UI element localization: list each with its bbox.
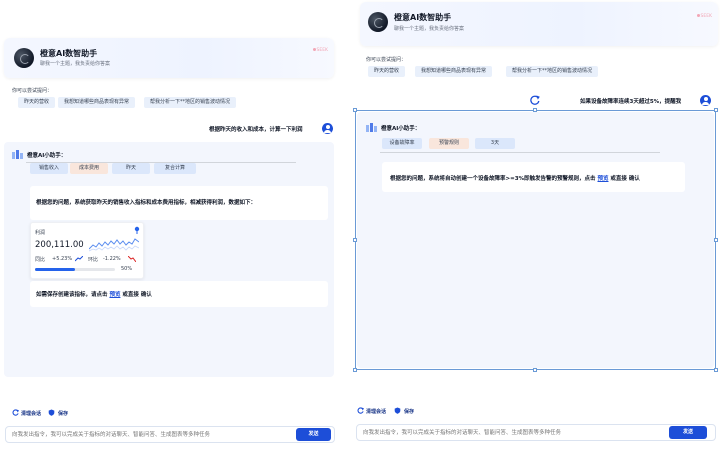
resize-handle[interactable] <box>353 108 357 112</box>
progress-text: 50% <box>121 266 133 272</box>
tag-chip[interactable]: 复合计算 <box>154 163 196 174</box>
user-message: 如果设备故障率连续3天超过5%，提醒我 <box>580 99 682 105</box>
clear-session-button[interactable]: 清理会话 <box>21 410 41 417</box>
suggestion-chip[interactable]: 帮我分析一下**地区的销售波动情况 <box>506 66 599 77</box>
assistant-title: 橙意AI数智助手 <box>394 13 452 22</box>
user-message: 根据昨天的收入和成本，计算一下利润 <box>209 127 303 133</box>
save-button[interactable]: 保存 <box>404 408 414 415</box>
shield-icon <box>394 407 401 414</box>
metric-value: 200,111.00 <box>35 240 84 250</box>
assistant-subtitle: 聊我一个主题，我负责给你答案 <box>394 26 465 32</box>
metric-card[interactable]: 利润 200,111.00 同比 +5.23% 环比 -1.22% 50% <box>30 222 144 279</box>
save-button[interactable]: 保存 <box>58 410 68 417</box>
refresh-icon <box>357 407 364 414</box>
shield-icon <box>48 409 55 416</box>
hint-label: 你可以尝试提问： <box>366 57 407 63</box>
yoy-label: 同比 <box>35 257 46 263</box>
resize-handle[interactable] <box>714 108 718 112</box>
resize-handle[interactable] <box>533 108 537 112</box>
resize-handle[interactable] <box>714 368 718 372</box>
assistant-subtitle: 聊我一个主题，我负责给你答案 <box>40 61 111 67</box>
left-chat-panel: 橙意AI数智助手 聊我一个主题，我负责给你答案 SEEK 你可以尝试提问： 昨天… <box>0 0 345 457</box>
assistant-reply-card: 根据您的问题，系统获取昨天的销售收入指标和成本费用指标，相减获得利润，数据如下： <box>30 186 328 220</box>
suggestion-chip[interactable]: 昨天的营收 <box>18 97 56 108</box>
resize-handle[interactable] <box>714 238 718 242</box>
followup-text: 如需保存创建该指标，请点击 预览 或直接 确认 <box>36 292 152 298</box>
assistant-name: 橙意AI小助手： <box>27 153 67 159</box>
chat-input[interactable] <box>363 428 643 438</box>
assistant-bot-icon <box>12 150 23 159</box>
mom-value: -1.22% <box>103 256 121 262</box>
assistant-header: 橙意AI数智助手 聊我一个主题，我负责给你答案 SEEK <box>4 38 334 78</box>
user-avatar-icon <box>700 95 711 106</box>
resize-handle[interactable] <box>353 238 357 242</box>
assistant-title: 橙意AI数智助手 <box>40 49 98 58</box>
tag-chip[interactable]: 昨天 <box>112 163 150 174</box>
suggestion-chip[interactable]: 帮我分析一下**地区的销售波动情况 <box>144 97 237 108</box>
assistant-response-area: 橙意AI小助手： 销售收入 成本费用 昨天 复合计算 根据您的问题，系统获取昨天… <box>4 142 334 377</box>
followup-card: 如需保存创建该指标，请点击 预览 或直接 确认 <box>30 281 328 307</box>
mom-label: 环比 <box>88 257 99 263</box>
corner-tag: SEEK <box>696 14 712 19</box>
send-button[interactable]: 发送 <box>669 426 707 439</box>
chat-input[interactable] <box>12 430 292 440</box>
progress-fill <box>35 268 75 271</box>
selection-frame[interactable] <box>353 108 718 372</box>
assistant-logo <box>368 12 388 32</box>
hint-label: 你可以尝试提问： <box>12 88 53 94</box>
right-chat-panel: 橙意AI数智助手 聊我一个主题，我负责给你答案 SEEK 你可以尝试提问： 昨天… <box>350 0 720 457</box>
tag-chip[interactable]: 销售收入 <box>30 163 68 174</box>
trend-down-icon <box>128 256 136 262</box>
confirm-link[interactable]: 确认 <box>141 292 152 298</box>
trend-up-icon <box>75 256 83 262</box>
send-button[interactable]: 发送 <box>296 428 331 441</box>
progress-bar <box>35 268 115 271</box>
tag-chip[interactable]: 成本费用 <box>70 163 108 174</box>
sparkline-icon <box>89 238 139 252</box>
assistant-reply: 根据您的问题，系统获取昨天的销售收入指标和成本费用指标，相减获得利润，数据如下： <box>36 200 257 206</box>
chat-input-box[interactable]: 发送 <box>356 424 716 441</box>
assistant-logo <box>14 48 34 68</box>
pin-icon[interactable] <box>133 226 141 234</box>
assistant-header: 橙意AI数智助手 聊我一个主题，我负责给你答案 SEEK <box>360 2 718 46</box>
suggestion-chip[interactable]: 我想知道哪些商品表现有异常 <box>415 66 493 77</box>
corner-tag: SEEK <box>312 48 328 53</box>
user-avatar-icon <box>322 123 333 134</box>
refresh-icon <box>12 409 19 416</box>
refresh-icon[interactable] <box>530 95 540 105</box>
resize-handle[interactable] <box>533 368 537 372</box>
preview-link[interactable]: 预览 <box>109 292 120 298</box>
yoy-value: +5.23% <box>52 256 73 262</box>
resize-handle[interactable] <box>353 368 357 372</box>
chat-input-box[interactable]: 发送 <box>5 426 335 443</box>
metric-label: 利润 <box>35 230 46 236</box>
clear-session-button[interactable]: 清理会话 <box>366 408 386 415</box>
suggestion-chip[interactable]: 我想知道哪些商品表现有异常 <box>58 97 136 108</box>
suggestion-chip[interactable]: 昨天的营收 <box>368 66 406 77</box>
